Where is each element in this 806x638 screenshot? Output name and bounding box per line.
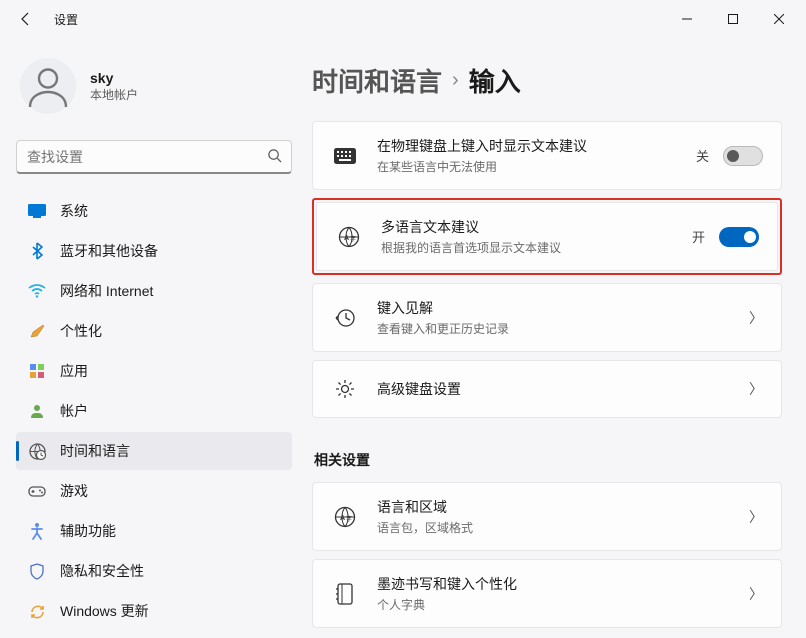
svg-text:A: A xyxy=(344,235,349,242)
sidebar-item-system[interactable]: 系统 xyxy=(16,192,292,230)
setting-sub: 在某些语言中无法使用 xyxy=(377,158,678,175)
main-content: 时间和语言 › 输入 在物理键盘上键入时显示文本建议 在某些语言中无法使用 关 xyxy=(304,38,806,638)
sidebar-item-update[interactable]: Windows 更新 xyxy=(16,592,292,630)
sidebar-item-privacy[interactable]: 隐私和安全性 xyxy=(16,552,292,590)
setting-title: 多语言文本建议 xyxy=(381,217,674,237)
shield-icon xyxy=(28,562,46,580)
sidebar-item-apps[interactable]: 应用 xyxy=(16,352,292,390)
sidebar-item-accounts[interactable]: 帐户 xyxy=(16,392,292,430)
sidebar-item-accessibility[interactable]: 辅助功能 xyxy=(16,512,292,550)
related-ink-typing-personalization[interactable]: 墨迹书写和键入个性化 个人字典 〉 xyxy=(312,559,782,628)
toggle-multilingual[interactable] xyxy=(719,227,759,247)
person-icon xyxy=(28,402,46,420)
sidebar-item-label: 蓝牙和其他设备 xyxy=(60,241,158,261)
toggle-state-label: 开 xyxy=(692,227,705,246)
toggle-state-label: 关 xyxy=(696,146,709,165)
update-icon xyxy=(28,602,46,620)
sidebar-item-label: 帐户 xyxy=(60,401,88,421)
wifi-icon xyxy=(28,282,46,300)
sidebar-item-label: 时间和语言 xyxy=(60,441,130,461)
sidebar-item-label: 应用 xyxy=(60,361,88,381)
language-globe-icon: A字 xyxy=(335,223,363,251)
toggle-physical-keyboard[interactable] xyxy=(723,146,763,166)
chevron-right-icon: 〉 xyxy=(749,379,763,399)
setting-sub: 语言包，区域格式 xyxy=(377,519,731,536)
settings-window: 设置 sky 本地帐户 xyxy=(0,0,806,638)
sidebar-item-network[interactable]: 网络和 Internet xyxy=(16,272,292,310)
back-button[interactable] xyxy=(14,7,38,31)
keyboard-icon xyxy=(331,142,359,170)
accessibility-icon xyxy=(28,522,46,540)
page-title: 输入 xyxy=(469,62,521,99)
related-language-region[interactable]: A字 语言和区域 语言包，区域格式 〉 xyxy=(312,482,782,551)
breadcrumb-parent[interactable]: 时间和语言 xyxy=(312,62,442,99)
section-header-related: 相关设置 xyxy=(314,450,782,470)
setting-sub: 个人字典 xyxy=(377,596,731,613)
sidebar: sky 本地帐户 系统 蓝牙和其他设备 xyxy=(0,38,304,638)
setting-advanced-keyboard[interactable]: 高级键盘设置 〉 xyxy=(312,360,782,418)
sidebar-item-label: 辅助功能 xyxy=(60,521,116,541)
user-block[interactable]: sky 本地帐户 xyxy=(16,50,292,130)
chevron-right-icon: 〉 xyxy=(749,507,763,527)
sidebar-item-label: 游戏 xyxy=(60,481,88,501)
setting-title: 墨迹书写和键入个性化 xyxy=(377,574,731,594)
chevron-right-icon: 〉 xyxy=(749,308,763,328)
setting-title: 键入见解 xyxy=(377,298,731,318)
close-button[interactable] xyxy=(756,3,802,35)
avatar xyxy=(20,58,76,114)
history-icon xyxy=(331,304,359,332)
setting-sub: 根据我的语言首选项显示文本建议 xyxy=(381,239,674,256)
nav-list: 系统 蓝牙和其他设备 网络和 Internet 个性化 应用 xyxy=(16,192,292,630)
chevron-right-icon: › xyxy=(452,69,459,92)
apps-icon xyxy=(28,362,46,380)
sidebar-item-label: 网络和 Internet xyxy=(60,281,153,301)
search-wrap xyxy=(16,140,292,174)
highlight-annotation: A字 多语言文本建议 根据我的语言首选项显示文本建议 开 xyxy=(312,198,782,275)
window-controls xyxy=(664,3,802,35)
search-input[interactable] xyxy=(16,140,292,174)
brush-icon xyxy=(28,322,46,340)
gear-icon xyxy=(331,375,359,403)
search-icon xyxy=(267,148,282,166)
svg-text:字: 字 xyxy=(346,515,352,523)
setting-title: 在物理键盘上键入时显示文本建议 xyxy=(377,136,678,156)
setting-multilingual-suggestions[interactable]: A字 多语言文本建议 根据我的语言首选项显示文本建议 开 xyxy=(316,202,778,271)
maximize-button[interactable] xyxy=(710,3,756,35)
setting-title: 高级键盘设置 xyxy=(377,379,731,399)
setting-sub: 查看键入和更正历史记录 xyxy=(377,320,731,337)
user-sub: 本地帐户 xyxy=(90,86,138,103)
svg-text:A: A xyxy=(340,515,345,522)
chevron-right-icon: 〉 xyxy=(749,584,763,604)
window-title: 设置 xyxy=(54,11,78,28)
monitor-icon xyxy=(28,202,46,220)
sidebar-item-time-language[interactable]: 时间和语言 xyxy=(16,432,292,470)
minimize-button[interactable] xyxy=(664,3,710,35)
gaming-icon xyxy=(28,482,46,500)
sidebar-item-label: Windows 更新 xyxy=(60,601,149,621)
titlebar: 设置 xyxy=(0,0,806,38)
setting-typing-insights[interactable]: 键入见解 查看键入和更正历史记录 〉 xyxy=(312,283,782,352)
sidebar-item-gaming[interactable]: 游戏 xyxy=(16,472,292,510)
svg-text:字: 字 xyxy=(350,235,356,243)
bluetooth-icon xyxy=(28,242,46,260)
breadcrumb: 时间和语言 › 输入 xyxy=(312,48,782,99)
sidebar-item-bluetooth[interactable]: 蓝牙和其他设备 xyxy=(16,232,292,270)
language-globe-icon: A字 xyxy=(331,503,359,531)
setting-title: 语言和区域 xyxy=(377,497,731,517)
sidebar-item-label: 个性化 xyxy=(60,321,102,341)
notebook-icon xyxy=(331,580,359,608)
globe-clock-icon xyxy=(28,442,46,460)
user-name: sky xyxy=(90,70,138,86)
setting-physical-keyboard-suggestions[interactable]: 在物理键盘上键入时显示文本建议 在某些语言中无法使用 关 xyxy=(312,121,782,190)
sidebar-item-personalization[interactable]: 个性化 xyxy=(16,312,292,350)
sidebar-item-label: 隐私和安全性 xyxy=(60,561,144,581)
sidebar-item-label: 系统 xyxy=(60,201,88,221)
